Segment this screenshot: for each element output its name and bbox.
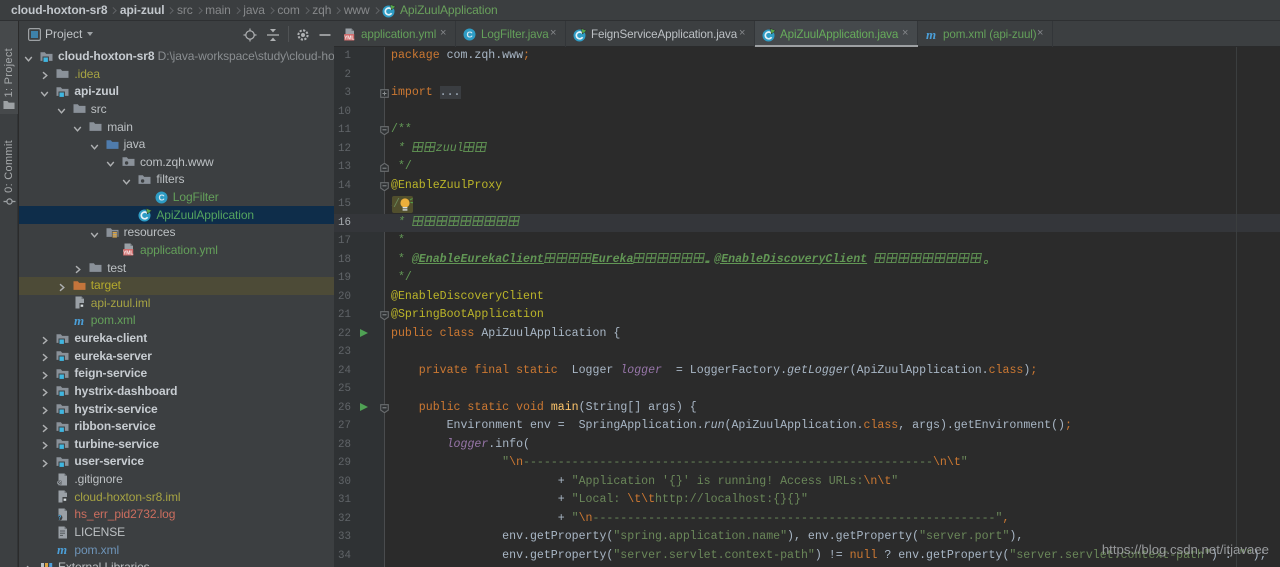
svg-text:m: m: [926, 28, 936, 41]
svg-text:YML: YML: [344, 35, 354, 41]
svg-text:C: C: [158, 192, 164, 202]
svg-text:m: m: [57, 543, 67, 556]
svg-text:YML: YML: [123, 251, 133, 257]
svg-text:m: m: [74, 314, 84, 327]
svg-text:C: C: [466, 30, 472, 40]
svg-text:?: ?: [58, 516, 62, 521]
